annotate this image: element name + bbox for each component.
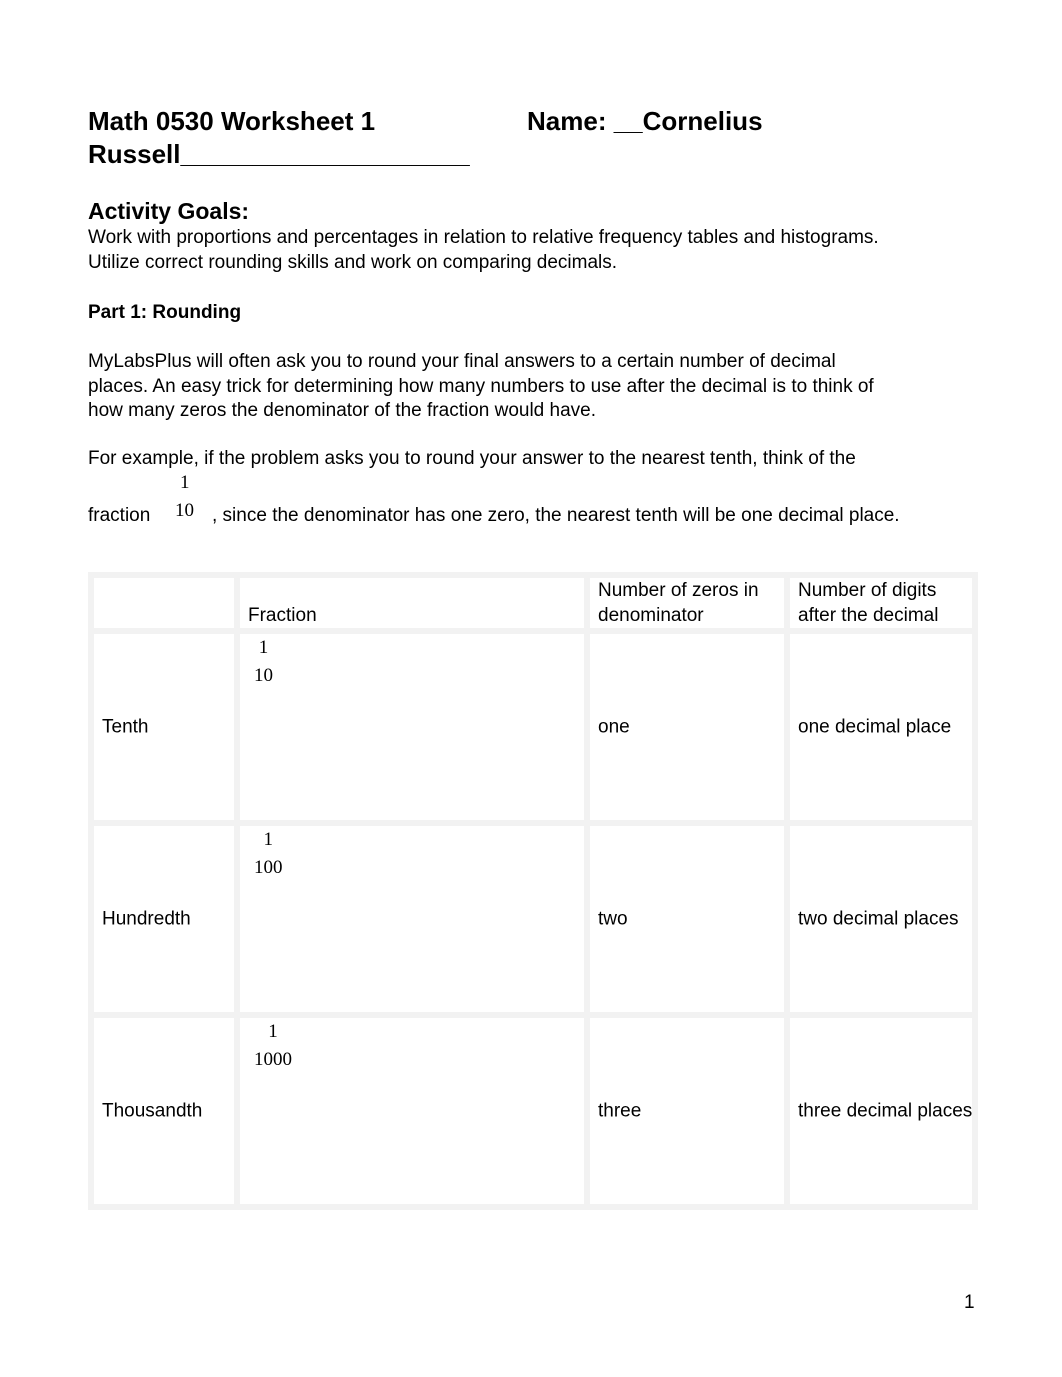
example-line-end: , since the denominator has one zero, th… bbox=[212, 505, 900, 526]
goals-text-2: Utilize correct rounding skills and work… bbox=[88, 252, 618, 273]
denominator: 10 bbox=[254, 665, 273, 686]
fraction: 1 1000 bbox=[254, 1018, 292, 1074]
denominator: 1000 bbox=[254, 1049, 292, 1070]
row-name-text: Thousandth bbox=[102, 1100, 203, 1122]
table-row: Hundredth 1 100 two two decimal places bbox=[88, 820, 978, 1018]
row-zeros: two bbox=[584, 820, 790, 1018]
zeros-text: one bbox=[598, 716, 630, 738]
digits-text: two decimal places bbox=[798, 908, 959, 930]
row-fraction: 1 10 bbox=[234, 628, 590, 826]
part1-paragraph: MyLabsPlus will often ask you to round y… bbox=[88, 350, 978, 424]
fraction: 1 10 bbox=[254, 634, 273, 690]
row-name: Tenth bbox=[88, 628, 240, 826]
row-digits: two decimal places bbox=[784, 820, 978, 1018]
numerator: 1 bbox=[263, 829, 274, 850]
numerator: 1 bbox=[268, 1021, 278, 1042]
fraction-word: fraction bbox=[88, 505, 151, 526]
example-line: For example, if the problem asks you to … bbox=[88, 448, 856, 469]
row-name-text: Tenth bbox=[102, 716, 149, 738]
row-zeros: three bbox=[584, 1012, 790, 1210]
row-fraction: 1 100 bbox=[234, 820, 590, 1018]
fraction: 1 100 bbox=[254, 826, 283, 882]
table-row: Thousandth 1 1000 three three decimal pla… bbox=[88, 1012, 978, 1210]
paragraph-line: how many zeros the denominator of the fr… bbox=[88, 400, 597, 421]
row-zeros: one bbox=[584, 628, 790, 826]
denominator: 100 bbox=[254, 857, 283, 878]
row-fraction: 1 1000 bbox=[234, 1012, 590, 1210]
digits-text: one decimal place bbox=[798, 716, 952, 738]
row-digits: one decimal place bbox=[784, 628, 978, 826]
goals-text-1: Work with proportions and percentages in… bbox=[88, 227, 879, 248]
worksheet-title: Math 0530 Worksheet 1 bbox=[88, 106, 376, 136]
name-label: Name: __Cornelius bbox=[527, 106, 763, 136]
numerator: 1 bbox=[258, 637, 269, 658]
page-number: 1 bbox=[964, 1292, 975, 1313]
zeros-text: two bbox=[598, 908, 628, 930]
row-name: Thousandth bbox=[88, 1012, 240, 1210]
header-cell bbox=[88, 572, 240, 634]
worksheet-page: Math 0530 Worksheet 1 Name: __Cornelius … bbox=[0, 0, 1062, 1377]
header-zeros: Number of zeros in denominator bbox=[584, 572, 790, 634]
fraction-numerator: 1 bbox=[180, 472, 190, 493]
paragraph-line: MyLabsPlus will often ask you to round y… bbox=[88, 351, 836, 372]
goals-heading: Activity Goals: bbox=[88, 198, 250, 224]
header-digits: Number of digits after the decimal bbox=[784, 572, 978, 634]
digits-text: three decimal places bbox=[798, 1100, 973, 1122]
part1-heading: Part 1: Rounding bbox=[88, 302, 242, 323]
zeros-text: three bbox=[598, 1100, 642, 1122]
rounding-table: Fraction Number of zeros in denominator … bbox=[88, 572, 978, 1210]
table-row: Tenth 1 10 one one decimal place bbox=[88, 628, 978, 826]
header-fraction: Fraction bbox=[234, 572, 590, 634]
row-name: Hundredth bbox=[88, 820, 240, 1018]
table-header-row: Fraction Number of zeros in denominator … bbox=[88, 572, 978, 634]
paragraph-line: places. An easy trick for determining ho… bbox=[88, 375, 874, 397]
name-continuation: Russell____________________ bbox=[88, 139, 470, 169]
fraction-denominator: 10 bbox=[175, 500, 194, 521]
row-digits: three decimal places bbox=[784, 1012, 978, 1210]
row-name-text: Hundredth bbox=[102, 908, 191, 930]
